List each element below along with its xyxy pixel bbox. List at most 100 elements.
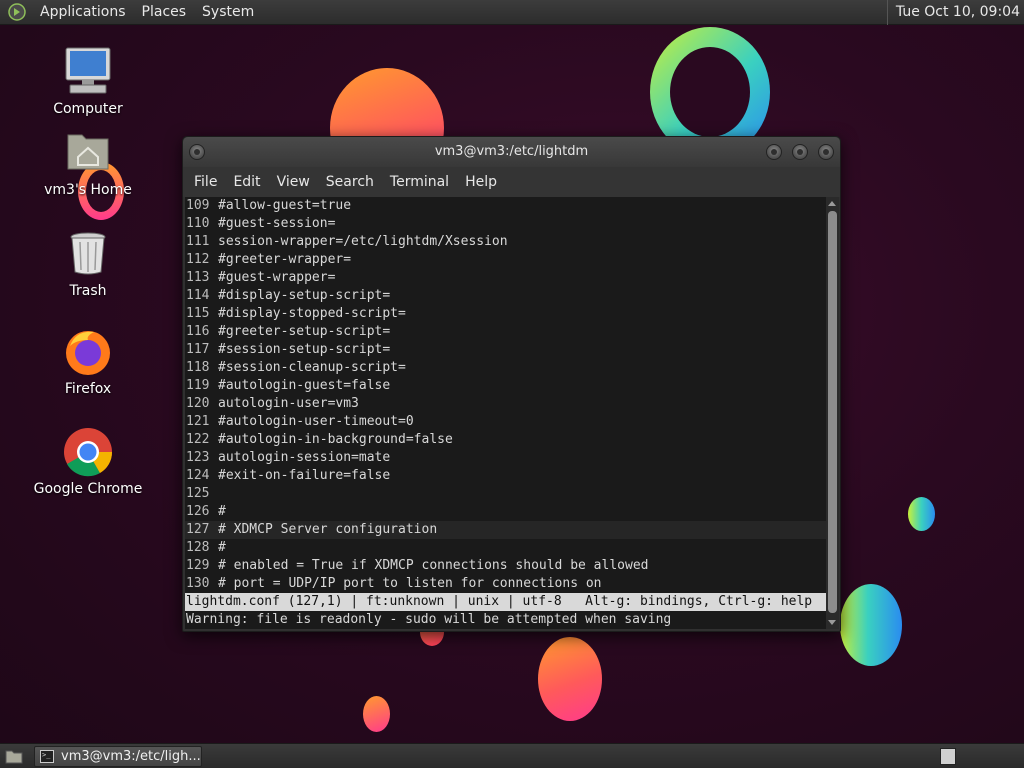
system-menu[interactable]: System	[194, 0, 262, 25]
line-text: #greeter-setup-script=	[218, 324, 391, 339]
wallpaper-pink-blob	[538, 637, 602, 721]
mate-logo-icon[interactable]	[8, 3, 26, 21]
desktop-icon-label: Trash	[69, 283, 107, 299]
window-menu-button[interactable]	[189, 144, 205, 160]
editor-line[interactable]: 121 #autologin-user-timeout=0	[185, 413, 826, 431]
taskbar-item-terminal[interactable]: vm3@vm3:/etc/ligh...	[34, 746, 202, 767]
line-text: # enabled = True if XDMCP connections sh…	[218, 558, 649, 573]
line-number: 118	[186, 360, 210, 375]
line-text: #guest-session=	[218, 216, 336, 231]
places-menu[interactable]: Places	[134, 0, 195, 25]
editor-line[interactable]: 109 #allow-guest=true	[185, 197, 826, 215]
editor-line[interactable]: 126 #	[185, 503, 826, 521]
desktop-icon-label: vm3's Home	[44, 182, 132, 198]
line-number: 124	[186, 468, 210, 483]
menu-edit[interactable]: Edit	[226, 174, 267, 190]
desktop-icon-home[interactable]: vm3's Home	[28, 127, 148, 198]
line-number: 119	[186, 378, 210, 393]
line-text: #autologin-in-background=false	[218, 432, 453, 447]
editor-line[interactable]: 118 #session-cleanup-script=	[185, 359, 826, 377]
line-text: #allow-guest=true	[218, 198, 352, 213]
desktop-icon-chrome[interactable]: Google Chrome	[28, 426, 148, 497]
line-number: 122	[186, 432, 210, 447]
window-titlebar[interactable]: vm3@vm3:/etc/lightdm	[183, 137, 840, 167]
line-text: #	[218, 504, 226, 519]
line-number: 113	[186, 270, 210, 285]
bottom-panel: vm3@vm3:/etc/ligh...	[0, 743, 1024, 768]
wallpaper-small-orange-blob	[363, 696, 390, 732]
line-text: # port = UDP/IP port to listen for conne…	[218, 576, 602, 591]
line-text: #autologin-user-timeout=0	[218, 414, 414, 429]
close-button[interactable]	[818, 144, 834, 160]
line-number: 123	[186, 450, 210, 465]
firefox-icon	[62, 326, 114, 378]
scroll-down-arrow-icon[interactable]	[828, 620, 836, 625]
taskbar-item-label: vm3@vm3:/etc/ligh...	[61, 749, 201, 764]
home-folder-icon	[62, 127, 114, 179]
editor-line[interactable]: 122 #autologin-in-background=false	[185, 431, 826, 449]
menu-terminal[interactable]: Terminal	[383, 174, 456, 190]
terminal-window[interactable]: vm3@vm3:/etc/lightdm File Edit View Sear…	[182, 136, 841, 632]
minimize-button[interactable]	[766, 144, 782, 160]
editor-line[interactable]: 129 # enabled = True if XDMCP connections…	[185, 557, 826, 575]
line-number: 126	[186, 504, 210, 519]
line-number: 129	[186, 558, 210, 573]
menu-search[interactable]: Search	[319, 174, 381, 190]
editor-line[interactable]: 115 #display-stopped-script=	[185, 305, 826, 323]
terminal-menubar: File Edit View Search Terminal Help	[183, 167, 840, 197]
terminal-scrollbar[interactable]	[826, 197, 839, 629]
line-text: #	[218, 540, 226, 555]
show-desktop-icon[interactable]	[4, 747, 24, 765]
editor-line[interactable]: 128 #	[185, 539, 826, 557]
line-number: 110	[186, 216, 210, 231]
editor-line[interactable]: 127 # XDMCP Server configuration	[185, 521, 826, 539]
line-number: 120	[186, 396, 210, 411]
editor-line[interactable]: 112 #greeter-wrapper=	[185, 251, 826, 269]
editor-line[interactable]: 123 autologin-session=mate	[185, 449, 826, 467]
editor-status-line: lightdm.conf (127,1) | ft:unknown | unix…	[185, 593, 826, 611]
wallpaper-green-blob	[840, 584, 902, 666]
trash-icon	[62, 228, 114, 280]
desktop-icon-label: Computer	[53, 101, 123, 117]
line-text: autologin-session=mate	[218, 450, 391, 465]
chrome-icon	[62, 426, 114, 478]
line-number: 127	[186, 522, 210, 537]
line-text: #session-cleanup-script=	[218, 360, 406, 375]
menu-file[interactable]: File	[187, 174, 224, 190]
editor-line[interactable]: 116 #greeter-setup-script=	[185, 323, 826, 341]
scrollbar-thumb[interactable]	[828, 211, 837, 613]
applications-menu[interactable]: Applications	[32, 0, 134, 25]
editor-line[interactable]: 119 #autologin-guest=false	[185, 377, 826, 395]
clock[interactable]: Tue Oct 10, 09:04	[886, 0, 1020, 25]
editor-line[interactable]: 125	[185, 485, 826, 503]
editor-line[interactable]: 111 session-wrapper=/etc/lightdm/Xsession	[185, 233, 826, 251]
line-text: #display-setup-script=	[218, 288, 391, 303]
line-number: 128	[186, 540, 210, 555]
line-number: 125	[186, 486, 210, 501]
workspace-switcher[interactable]	[940, 748, 956, 765]
menu-view[interactable]: View	[270, 174, 317, 190]
editor-line[interactable]: 113 #guest-wrapper=	[185, 269, 826, 287]
terminal-icon	[40, 747, 54, 765]
line-text: session-wrapper=/etc/lightdm/Xsession	[218, 234, 508, 249]
desktop-icon-firefox[interactable]: Firefox	[28, 326, 148, 397]
line-text: #exit-on-failure=false	[218, 468, 391, 483]
line-number: 121	[186, 414, 210, 429]
line-number: 114	[186, 288, 210, 303]
maximize-button[interactable]	[792, 144, 808, 160]
editor-line[interactable]: 117 #session-setup-script=	[185, 341, 826, 359]
desktop-icon-computer[interactable]: Computer	[28, 46, 148, 117]
line-number: 111	[186, 234, 210, 249]
editor-line[interactable]: 124 #exit-on-failure=false	[185, 467, 826, 485]
scroll-up-arrow-icon[interactable]	[828, 201, 836, 206]
line-text: # XDMCP Server configuration	[218, 522, 438, 537]
wallpaper-small-green-blob	[908, 497, 935, 531]
terminal-text-area[interactable]: 109 #allow-guest=true 110 #guest-session= 11…	[185, 197, 826, 629]
editor-line[interactable]: 110 #guest-session=	[185, 215, 826, 233]
editor-line[interactable]: 114 #display-setup-script=	[185, 287, 826, 305]
editor-line[interactable]: 120 autologin-user=vm3	[185, 395, 826, 413]
line-text: #session-setup-script=	[218, 342, 391, 357]
editor-line[interactable]: 130 # port = UDP/IP port to listen for co…	[185, 575, 826, 593]
desktop-icon-trash[interactable]: Trash	[28, 228, 148, 299]
menu-help[interactable]: Help	[458, 174, 504, 190]
